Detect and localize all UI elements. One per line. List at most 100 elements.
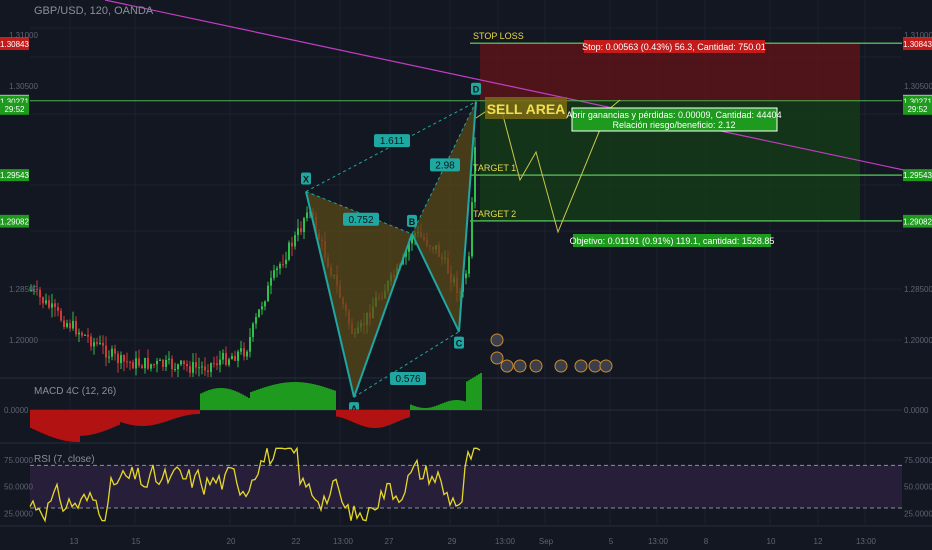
macd-bar [248,398,250,410]
macd-bar [474,376,476,410]
macd-bar [172,410,174,420]
candle [189,366,191,373]
event-flag-icon[interactable] [490,333,504,347]
time-label: 29 [448,537,457,546]
candle [120,355,122,364]
macd-bar [354,410,356,423]
candle [468,256,470,274]
candle [162,359,164,367]
macd-bar [246,396,248,410]
macd-bar [382,410,384,428]
candle [144,357,146,369]
price-badge-label: 1.30843 [0,40,29,49]
macd-bar [270,385,272,410]
pnl-info-line2: Relación riesgo/beneficio: 2.12 [612,120,735,130]
macd-bar [176,410,178,418]
price-tick-left: 1.30500 [9,82,38,91]
macd-bar [422,407,424,410]
macd-bar [42,410,44,434]
candle [237,351,239,361]
macd-bar [310,383,312,410]
time-label: 8 [704,537,709,546]
macd-bar [314,384,316,410]
rsi-tick-left: 50.0000 [4,483,33,492]
price-tick-right: 1.30500 [904,82,932,91]
macd-bar [338,410,340,417]
macd-bar [206,390,208,410]
macd-bar [234,390,236,410]
candle [153,364,155,366]
macd-bar [424,407,426,410]
macd-bar [434,406,436,410]
macd-bar [212,388,214,410]
price-tick-left: 1.28500 [9,285,38,294]
macd-bar [266,386,268,410]
candle [57,307,59,311]
time-label: 13:00 [856,537,877,546]
macd-bar [394,410,396,423]
macd-bar [82,410,84,436]
macd-bar [366,410,368,428]
macd-bar [146,410,148,426]
event-flag-icon[interactable] [513,359,527,373]
trading-chart[interactable]: XABCD1.6110.7522.980.576 STOP LOSSTARGET… [0,0,932,550]
candle [48,300,50,308]
macd-bar [232,390,234,410]
price-badge-label: 1.30843 [903,40,932,49]
macd-bar [132,410,134,426]
candle [66,323,68,327]
macd-bar [332,389,334,410]
macd-bar [238,392,240,410]
macd-bar [294,382,296,410]
macd-bar [416,406,418,410]
macd-bar [374,410,376,428]
candle [213,363,215,365]
event-flag-icon[interactable] [500,359,514,373]
rsi-title: RSI (7, close) [34,454,95,465]
macd-bar [326,387,328,410]
pattern-point-c: C [456,339,463,349]
macd-bar [148,410,150,426]
macd-bar [96,410,98,434]
level-label-stop-loss: STOP LOSS [473,31,524,41]
macd-bar [290,382,292,410]
candle [198,367,200,369]
pattern-point-b: B [409,217,416,227]
event-flag-icon[interactable] [588,359,602,373]
macd-bar [476,375,478,410]
macd-bar [324,387,326,410]
macd-bar [396,410,398,422]
candle [105,345,107,358]
macd-bar [414,406,416,410]
macd-bar [334,390,336,410]
event-flag-icon[interactable] [574,359,588,373]
macd-bar [254,390,256,410]
event-flag-icon[interactable] [529,359,543,373]
macd-bar [216,388,218,410]
macd-bar [480,373,482,410]
price-badge-label: 29:52 [907,105,928,114]
macd-bar [164,410,166,422]
candle [204,366,206,371]
event-flag-icon[interactable] [599,359,613,373]
macd-bar [166,410,168,422]
macd-bar [388,410,390,426]
candle [111,348,113,357]
macd-bar [180,410,182,417]
macd-bar [168,410,170,421]
macd-bar [370,410,372,428]
event-flag-icon[interactable] [490,351,504,365]
event-flag-icon[interactable] [554,359,568,373]
candle [261,306,263,310]
rsi-tick-right: 50.0000 [904,483,932,492]
macd-bar [242,394,244,410]
macd-bar [312,383,314,410]
level-label-target-2: TARGET 2 [473,209,516,219]
time-label: 12 [814,537,823,546]
candle [291,242,293,247]
macd-bar [90,410,92,435]
price-badge-label: 1.29543 [903,171,932,180]
candle [222,352,224,360]
candle [78,332,80,335]
macd-bar [372,410,374,428]
